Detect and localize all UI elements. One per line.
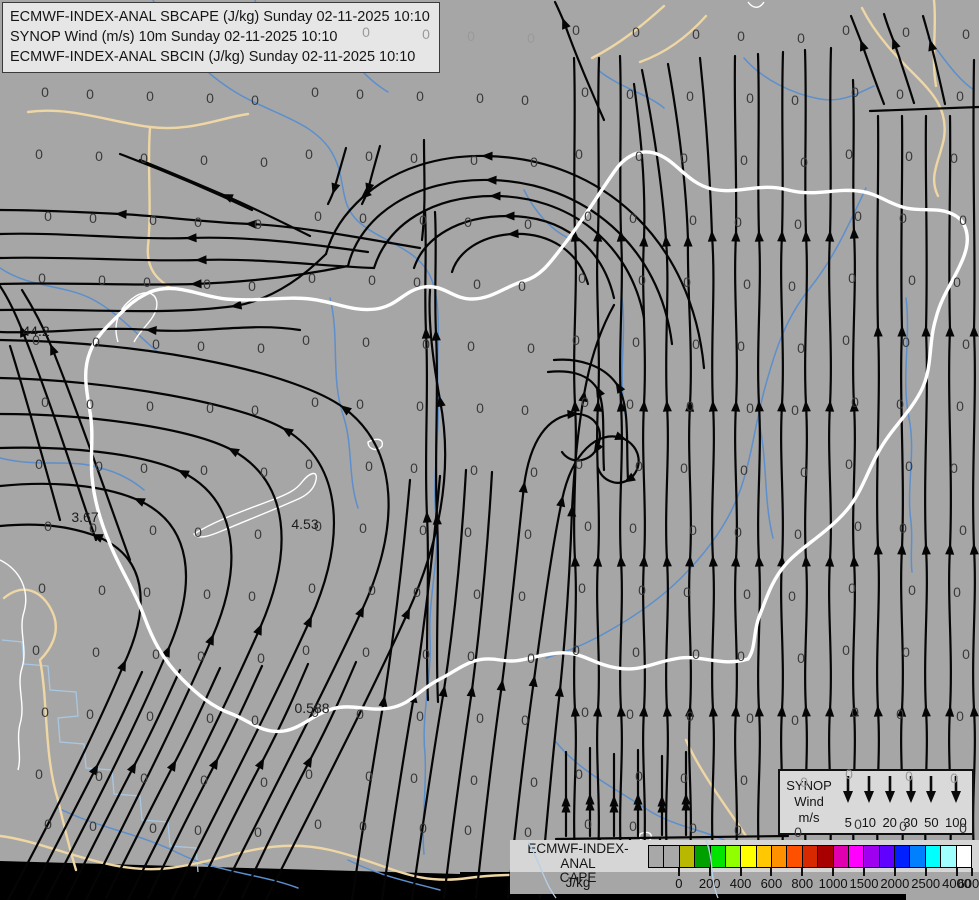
chart-title-box: ECMWF-INDEX-ANAL SBCAPE (J/kg) Sunday 02… (2, 2, 440, 73)
cape-color-swatch (710, 846, 726, 867)
cape-color-swatch (941, 846, 957, 867)
cape-tick-label: 0 (675, 876, 683, 891)
cape-title-line1: ECMWF-INDEX-ANAL (527, 841, 629, 871)
synop-scale-entry: 50 (924, 774, 939, 831)
cape-color-swatch (802, 846, 819, 867)
down-arrow-icon (950, 776, 961, 803)
cape-color-swatch (725, 846, 742, 867)
weather-map-page: ECMWF-INDEX-ANAL SBCAPE (J/kg) Sunday 02… (0, 0, 979, 900)
cape-color-swatch (772, 846, 788, 867)
down-arrow-icon (843, 776, 854, 803)
synop-speed-label: 30 (903, 815, 918, 830)
river-lines (0, 0, 975, 891)
cape-color-swatch (695, 846, 711, 867)
cape-tick (893, 868, 896, 876)
synop-scale-entry: 20 (882, 774, 897, 831)
cape-color-swatch (741, 846, 757, 867)
synop-speed-label: 50 (924, 815, 939, 830)
cape-tick (924, 868, 927, 876)
cape-tick-marks (648, 868, 973, 876)
cape-tick-label: 2000 (880, 876, 910, 891)
cape-color-swatch (925, 846, 942, 867)
synop-speed-label: 5 (844, 815, 852, 830)
synop-label-3: m/s (798, 810, 820, 826)
down-arrow-icon (884, 776, 895, 803)
cape-color-swatch (910, 846, 926, 867)
cape-tick (832, 868, 835, 876)
cape-tick (971, 868, 973, 876)
synop-speed-label: 100 (945, 815, 967, 830)
synop-scale-entry: 5 (841, 774, 855, 831)
wind-streamlines (0, 0, 979, 900)
cape-tick-label: 600 (760, 876, 783, 891)
cape-tick-label: 2500 (911, 876, 941, 891)
synop-scale-entry: 100 (945, 774, 967, 831)
down-arrow-icon (863, 776, 874, 803)
cape-tick (739, 868, 742, 876)
cape-color-swatch (956, 846, 971, 867)
cape-color-swatch (649, 846, 665, 867)
cape-tick-labels: 0200400600800100015002000250040006000 (648, 876, 979, 892)
cape-tick-label: 200 (698, 876, 721, 891)
cape-tick (770, 868, 773, 876)
synop-scale-entry: 30 (903, 774, 918, 831)
synop-legend-labels: SYNOP Wind m/s (780, 771, 838, 833)
cape-color-swatch (895, 846, 911, 867)
cape-tick-label: 1000 (818, 876, 848, 891)
down-arrow-icon (905, 776, 916, 803)
cape-tick-label: 6000 (957, 876, 979, 891)
title-line-sbcape: ECMWF-INDEX-ANAL SBCAPE (J/kg) Sunday 02… (10, 9, 430, 25)
cape-tick (801, 868, 804, 876)
cape-color-swatch (833, 846, 849, 867)
cape-color-swatch (787, 846, 803, 867)
cape-tick (677, 868, 680, 876)
cape-tick-label: 800 (791, 876, 814, 891)
synop-arrow-scale: 5 10 20 30 50 100 (838, 771, 972, 833)
cape-color-swatch (664, 846, 680, 867)
cape-colorbar (648, 845, 972, 868)
cape-tick-label: 1500 (849, 876, 879, 891)
down-arrow-icon (926, 776, 937, 803)
district-border-lines (1, 639, 199, 873)
synop-speed-label: 10 (861, 815, 877, 830)
cape-color-swatch (818, 846, 834, 867)
cape-color-legend: ECMWF-INDEX-ANAL CAPE J/kg 0 200 400 600 800… (510, 840, 979, 894)
synop-scale-entry: 10 (862, 774, 876, 831)
cape-color-swatch (756, 846, 772, 867)
synop-wind-legend: SYNOP Wind m/s 5 10 20 30 50 100 (778, 769, 974, 835)
cape-tick (863, 868, 865, 876)
synop-label-2: Wind (794, 793, 824, 809)
title-line-wind: SYNOP Wind (m/s) 10m Sunday 02-11-2025 1… (10, 29, 338, 45)
cape-unit-label: J/kg (565, 875, 591, 890)
synop-speed-label: 20 (882, 815, 897, 830)
foreign-border-lines (0, 0, 979, 881)
cape-color-swatch (848, 846, 865, 867)
title-line-sbcin: ECMWF-INDEX-ANAL SBCIN (J/kg) Sunday 02-… (10, 49, 416, 65)
country-border-hungary (83, 150, 969, 734)
cape-color-swatch (879, 846, 895, 867)
cape-tick-label: 400 (729, 876, 752, 891)
cape-tick (708, 868, 711, 876)
synop-label-1: SYNOP (786, 777, 832, 793)
cape-color-swatch (679, 846, 696, 867)
cape-color-swatch (864, 846, 880, 867)
map-canvas (0, 0, 979, 900)
cape-tick (955, 868, 958, 876)
